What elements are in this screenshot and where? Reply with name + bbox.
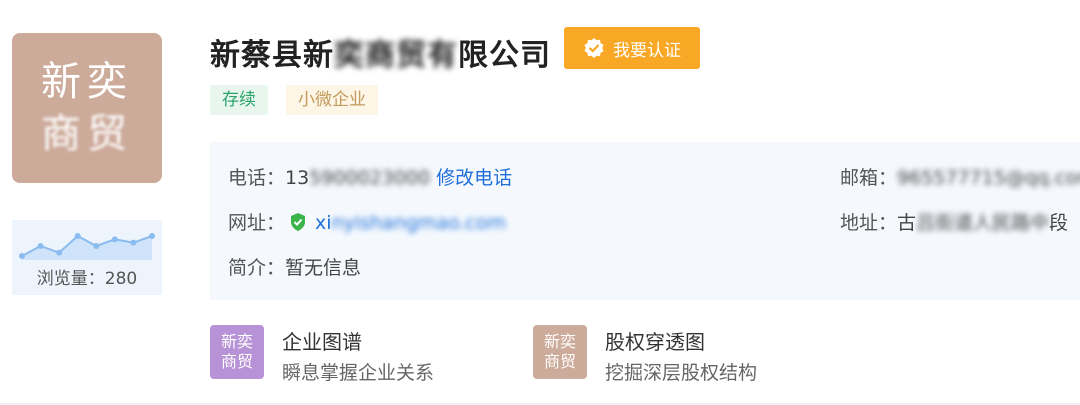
logo-line-2: 商贸	[41, 111, 133, 157]
company-logo: 新奕 商贸	[12, 33, 162, 183]
shield-check-icon	[291, 213, 306, 231]
feature-title: 企业图谱	[282, 330, 362, 354]
contact-info-panel: 电话：135900023000 修改电话 邮箱：965577715@qq.com…	[210, 142, 1080, 300]
verified-badge-icon	[584, 38, 604, 58]
logo-line-1: 新奕	[41, 59, 133, 105]
sparkline-point	[149, 233, 155, 239]
sparkline-point	[74, 233, 81, 239]
view-count: 浏览量：280	[36, 269, 138, 289]
email-row: 邮箱：965577715@qq.com	[840, 167, 1080, 189]
equity-chart-icon: 新奕 商贸	[533, 325, 587, 379]
edit-phone-link[interactable]: 修改电话	[436, 167, 512, 189]
status-badge: 存续	[210, 85, 268, 115]
phone-row: 电话：135900023000 修改电话	[228, 167, 513, 189]
enterprise-graph-icon: 新奕 商贸	[210, 325, 264, 379]
feature-subtitle: 瞬息掌握企业关系	[282, 362, 435, 384]
feature-subtitle: 挖掘深层股权结构	[605, 362, 758, 384]
company-name: 新蔡县新奕商贸有限公司	[210, 38, 551, 73]
certify-button[interactable]: 我要认证	[564, 27, 700, 69]
intro-row: 简介：暂无信息	[228, 257, 362, 279]
certify-button-label: 我要认证	[613, 40, 681, 61]
website-link[interactable]: xinyishangmao.com	[315, 212, 506, 234]
sparkline-point	[56, 249, 63, 256]
sparkline-point	[93, 243, 100, 249]
feature-title: 股权穿透图	[605, 330, 705, 354]
view-trend-sparkline	[19, 233, 155, 260]
sparkline-point	[19, 253, 25, 259]
company-size-badge: 小微企业	[286, 85, 378, 115]
website-row: 网址： xinyishangmao.com	[228, 212, 506, 234]
view-count-panel: 浏览量：280	[12, 220, 162, 295]
sparkline-point	[111, 236, 118, 243]
address-row: 地址：古吕街道人民路中段	[840, 212, 1069, 234]
sparkline-point	[130, 239, 137, 246]
sparkline-point	[37, 243, 44, 249]
